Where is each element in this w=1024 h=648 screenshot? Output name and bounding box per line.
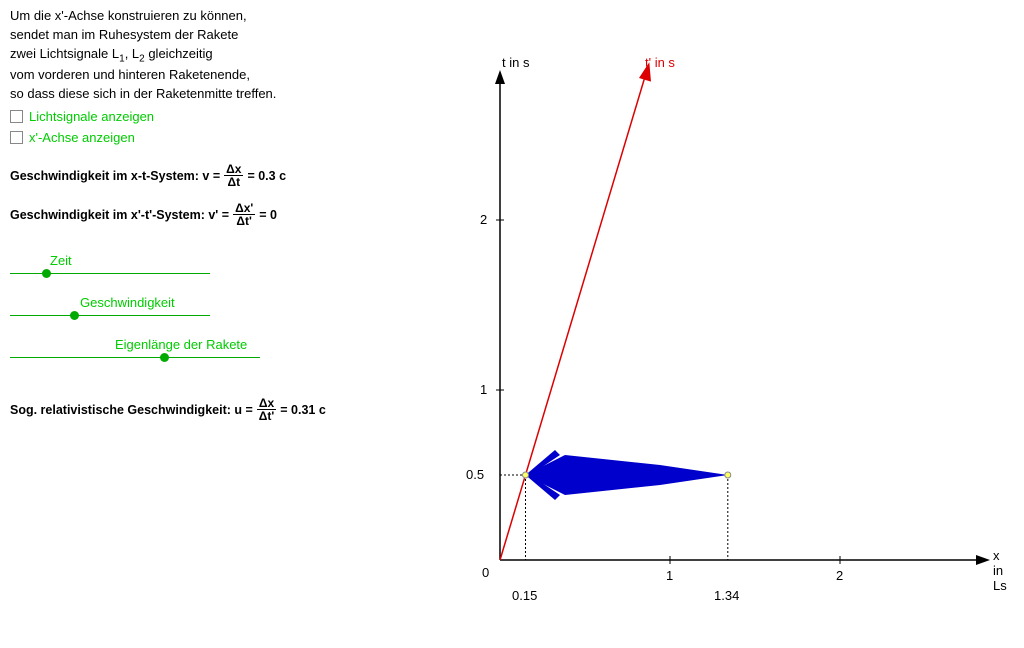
t-axis-label: t in s <box>502 55 529 70</box>
checkbox-label: Lichtsignale anzeigen <box>29 109 154 124</box>
slider-thumb[interactable] <box>42 269 51 278</box>
checkbox-icon[interactable] <box>10 110 23 123</box>
tick-label: 1 <box>480 382 487 397</box>
intro-line-3: zwei Lichtsignale L1, L2 gleichzeitig <box>10 46 410 66</box>
slider-track[interactable] <box>10 315 210 316</box>
slider-thumb[interactable] <box>70 311 79 320</box>
intro-line-2: sendet man im Ruhesystem der Rakete <box>10 27 410 44</box>
checkbox-icon[interactable] <box>10 131 23 144</box>
checkbox-show-xprime-axis[interactable]: x'-Achse anzeigen <box>10 130 410 145</box>
intro-text: Um die x'-Achse konstruieren zu können, … <box>10 8 410 103</box>
tick-label: 2 <box>836 568 843 583</box>
tprime-axis-label: t' in s <box>645 55 675 70</box>
point-marker <box>523 472 529 478</box>
minkowski-diagram: t in s t' in s x in Ls 0 0.5 1 2 1 2 0.1… <box>440 50 1010 610</box>
slider-thumb[interactable] <box>160 353 169 362</box>
slider-label: Geschwindigkeit <box>80 295 175 310</box>
slider-track[interactable] <box>10 273 210 274</box>
rocket-shape <box>526 450 728 500</box>
checkbox-label: x'-Achse anzeigen <box>29 130 135 145</box>
tick-label: 2 <box>480 212 487 227</box>
arrowhead-icon <box>495 70 505 84</box>
checkbox-show-light-signals[interactable]: Lichtsignale anzeigen <box>10 109 410 124</box>
marker-label-front: 1.34 <box>714 588 739 603</box>
formula-u-relativistic: Sog. relativistische Geschwindigkeit: u … <box>10 397 410 422</box>
tick-label: 0.5 <box>466 467 484 482</box>
intro-line-5: so dass diese sich in der Raketenmitte t… <box>10 86 410 103</box>
slider-rocket-length[interactable]: Eigenlänge der Rakete <box>10 339 410 369</box>
tick-label: 1 <box>666 568 673 583</box>
intro-line-4: vom vorderen und hinteren Raketenende, <box>10 67 410 84</box>
point-marker <box>725 472 731 478</box>
slider-label: Eigenlänge der Rakete <box>115 337 247 352</box>
slider-label: Zeit <box>50 253 72 268</box>
x-axis-label: x in Ls <box>993 548 1010 593</box>
slider-speed[interactable]: Geschwindigkeit <box>10 297 410 327</box>
slider-track[interactable] <box>10 357 260 358</box>
formula-v: Geschwindigkeit im x-t-System: v = ΔxΔt … <box>10 163 410 188</box>
formula-vprime: Geschwindigkeit im x'-t'-System: v' = Δx… <box>10 202 410 227</box>
marker-label-rear: 0.15 <box>512 588 537 603</box>
origin-label: 0 <box>482 565 489 580</box>
intro-line-1: Um die x'-Achse konstruieren zu können, <box>10 8 410 25</box>
arrowhead-icon <box>976 555 990 565</box>
slider-time[interactable]: Zeit <box>10 255 410 285</box>
